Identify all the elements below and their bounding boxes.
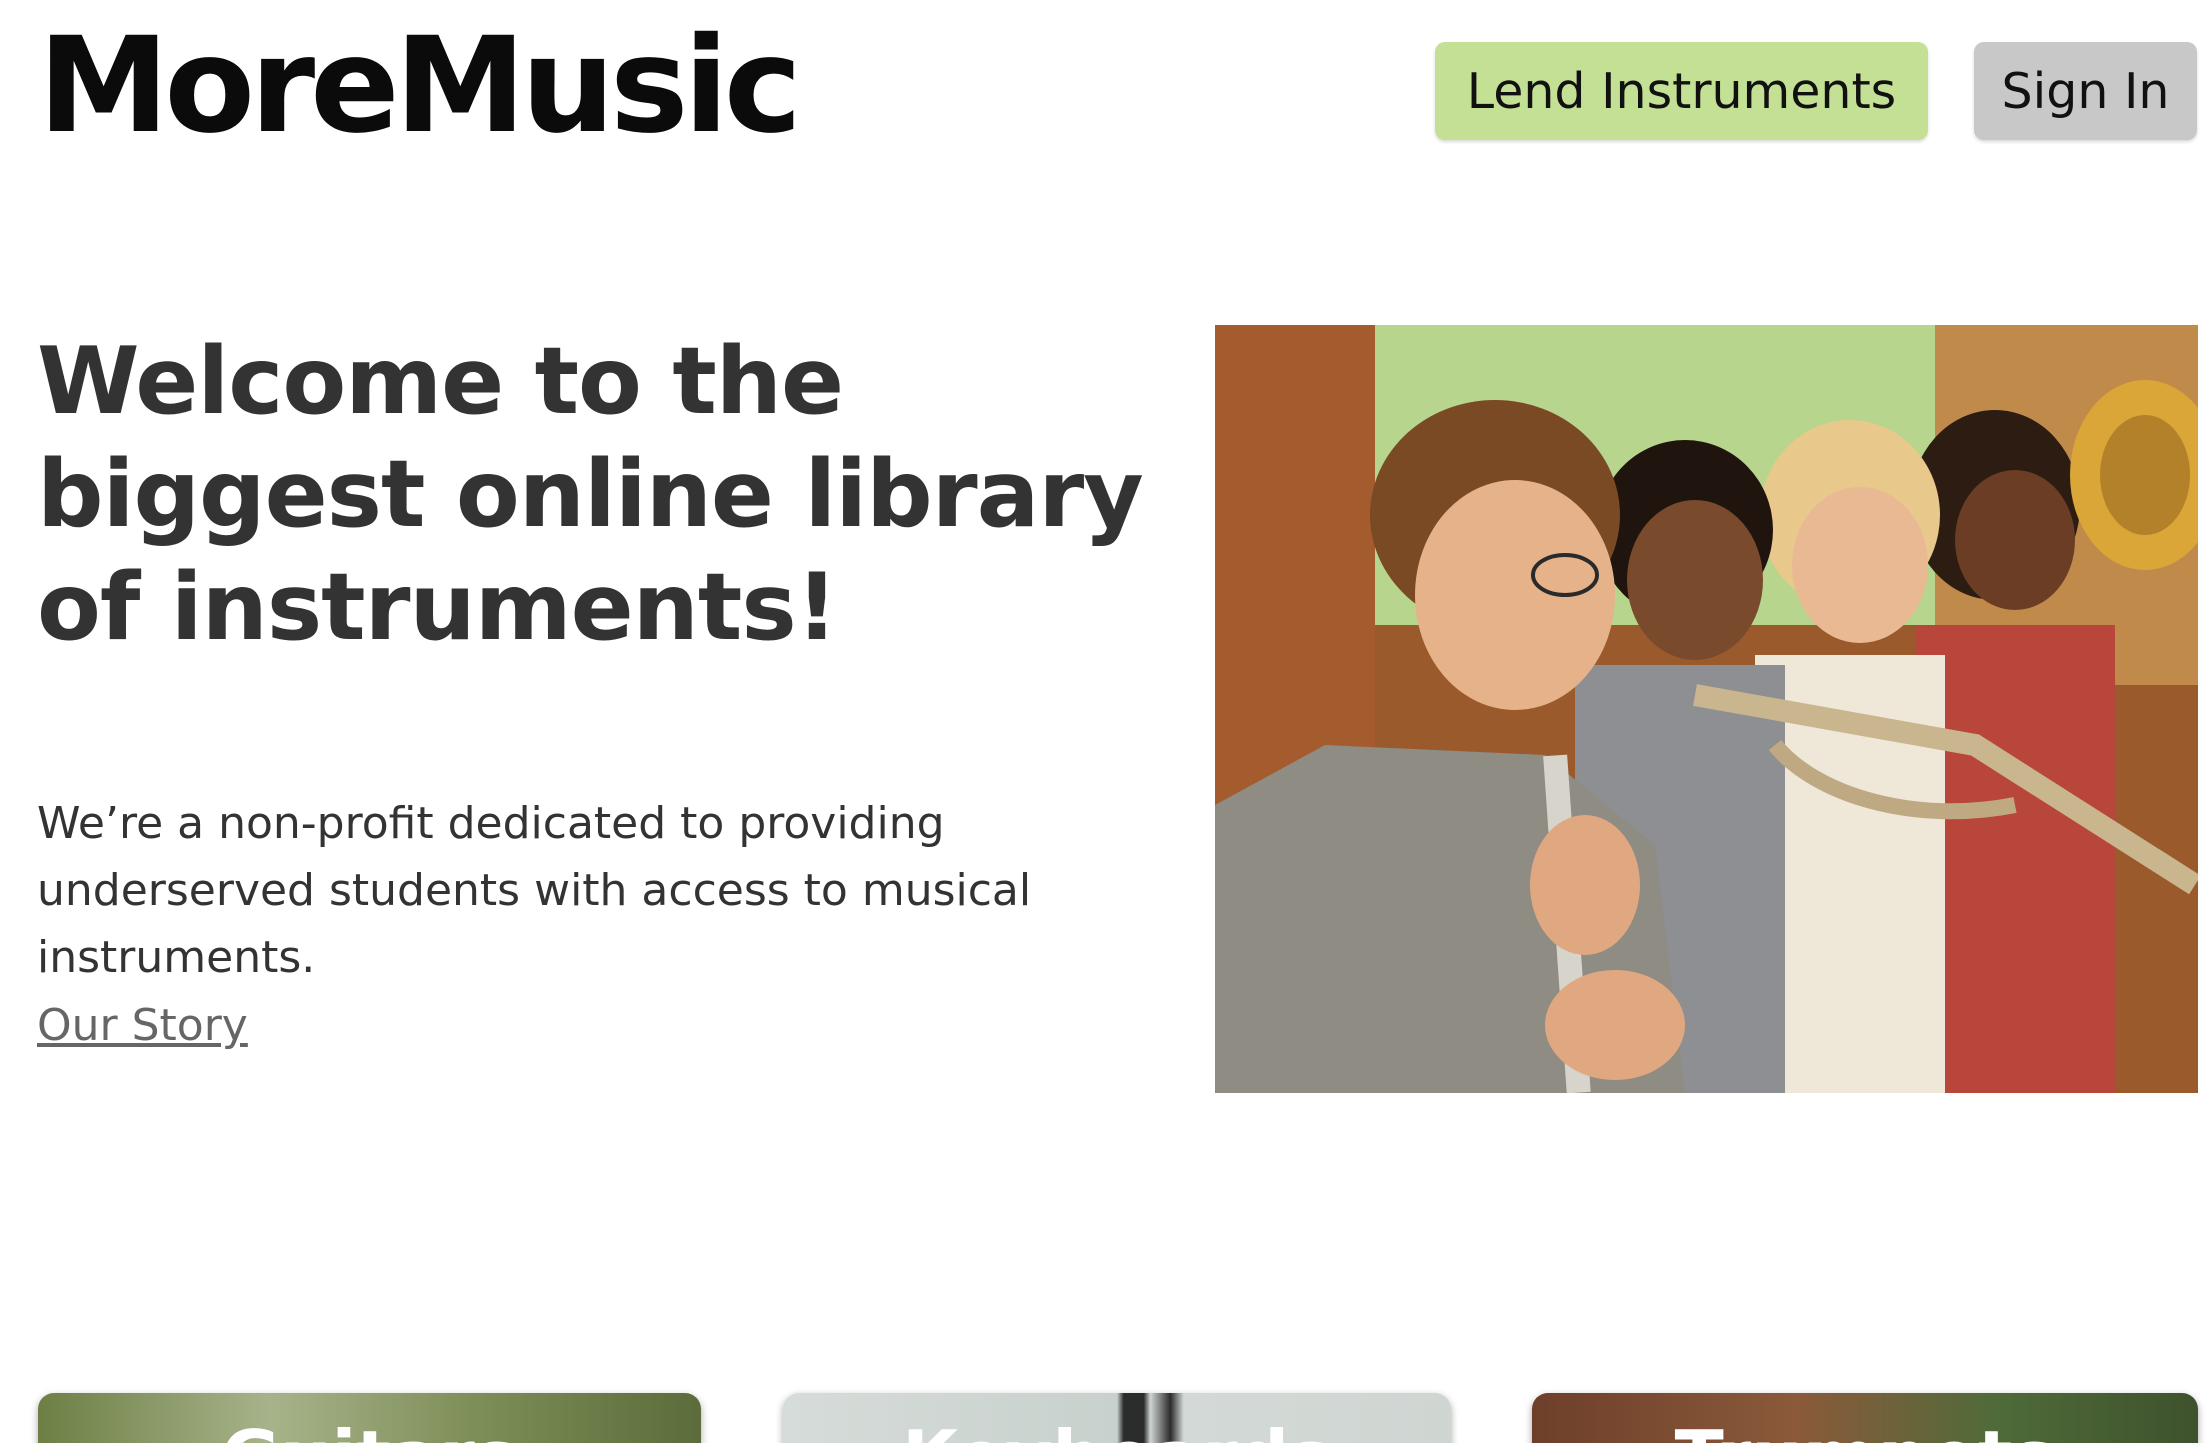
page: MoreMusic Lend Instruments Sign In Welco… [0, 0, 2211, 1443]
our-story-link[interactable]: Our Story [37, 1000, 248, 1051]
hero-title: Welcome to the biggest online library of… [37, 327, 1144, 661]
category-card-guitars[interactable]: Guitars [38, 1393, 701, 1443]
site-logo[interactable]: MoreMusic [38, 13, 802, 159]
hero-description: We’re a non-profit dedicated to providin… [37, 798, 1032, 983]
card-label: Keyboards [783, 1421, 1451, 1443]
hero-image [1215, 325, 2198, 1093]
students-playing-instruments-photo [1215, 325, 2198, 1093]
card-label: Trumpets [1532, 1421, 2198, 1443]
sign-in-button[interactable]: Sign In [1974, 42, 2197, 140]
category-card-keyboards[interactable]: Keyboards [783, 1393, 1451, 1443]
category-card-trumpets[interactable]: Trumpets [1532, 1393, 2198, 1443]
lend-instruments-button[interactable]: Lend Instruments [1435, 42, 1928, 140]
card-label: Guitars [38, 1421, 701, 1443]
